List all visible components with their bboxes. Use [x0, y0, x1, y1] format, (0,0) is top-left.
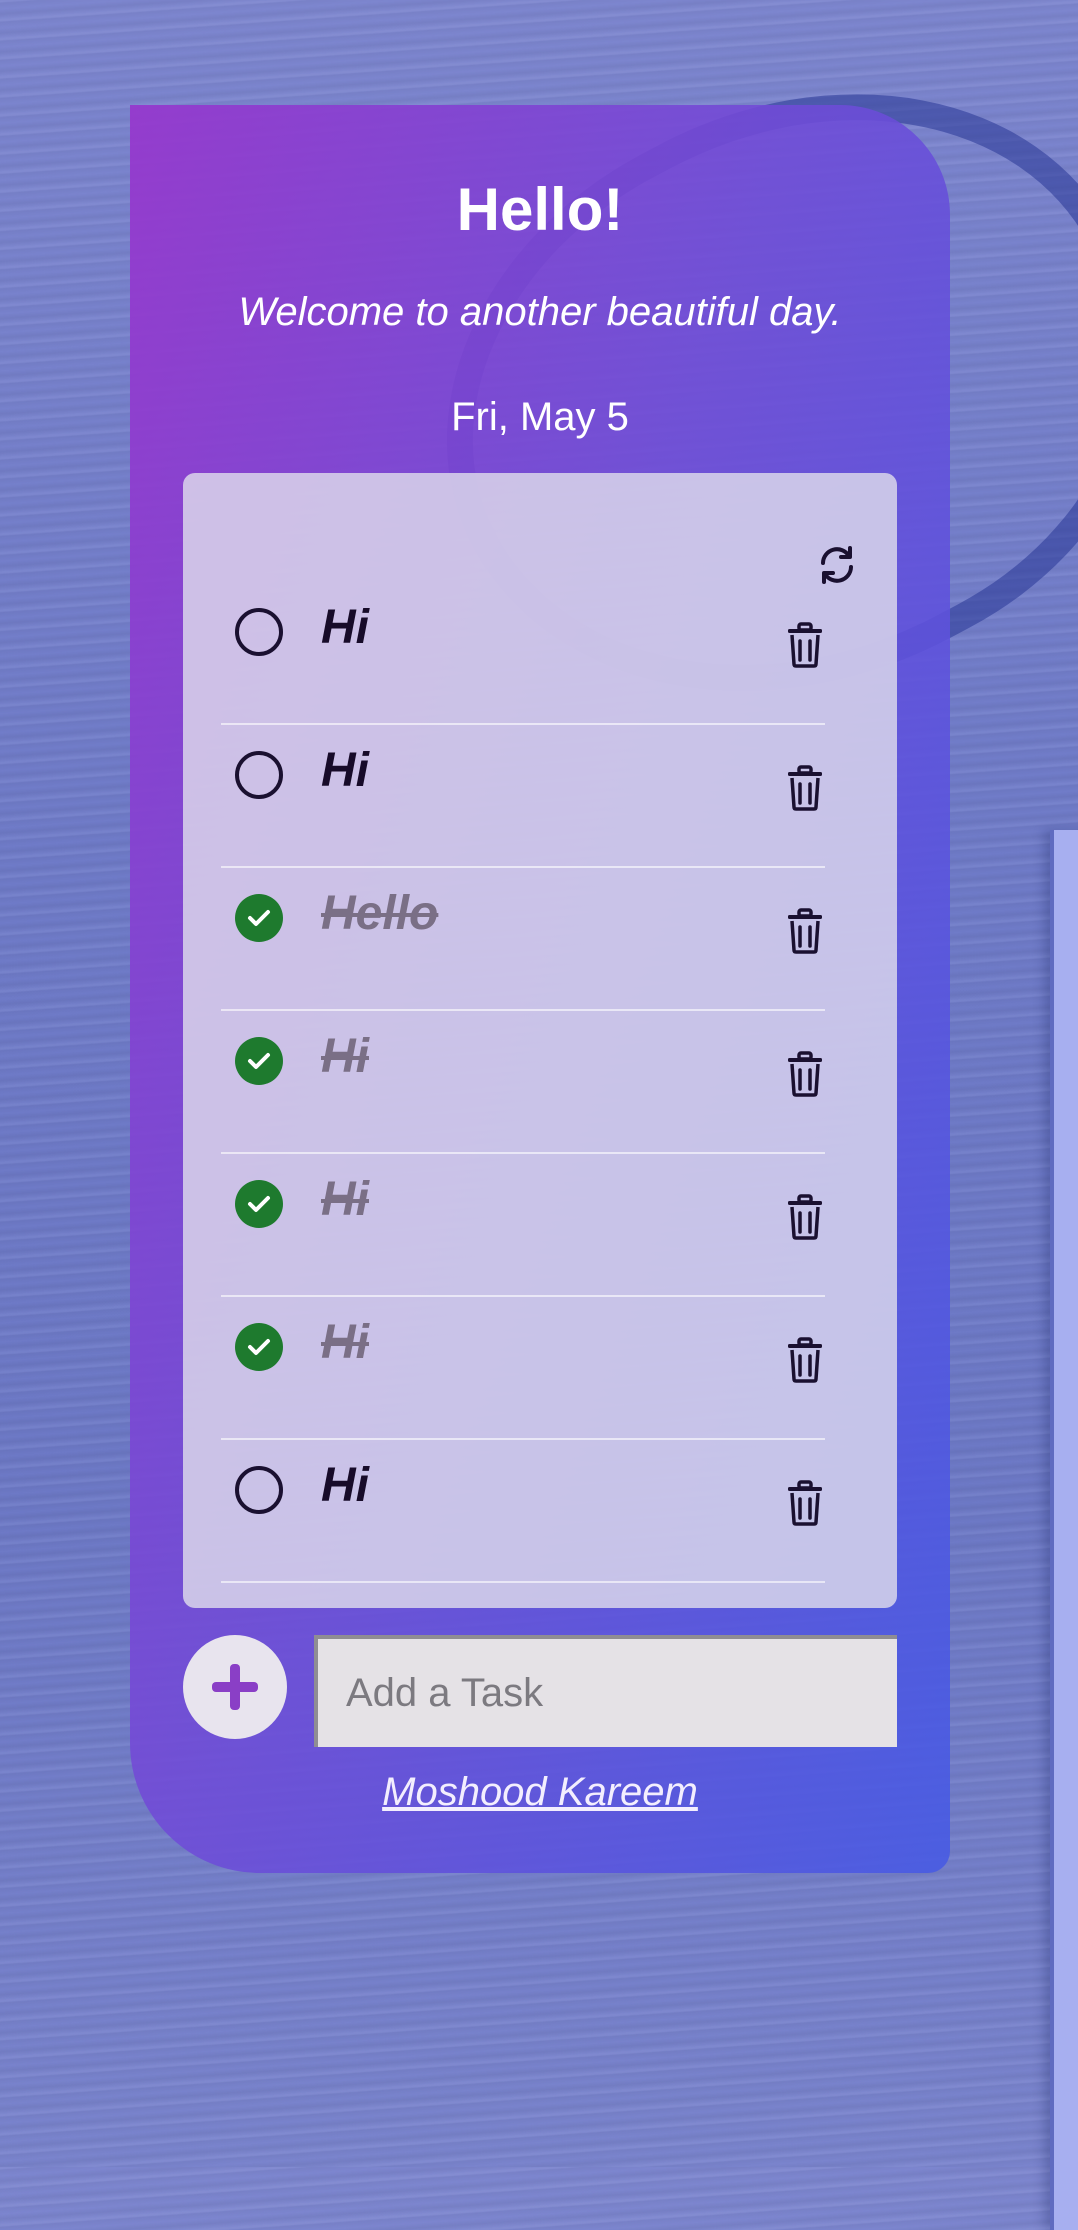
- add-task-button[interactable]: [183, 1635, 287, 1739]
- task-item: Hi: [221, 725, 825, 868]
- task-item: Hi: [221, 582, 825, 725]
- trash-icon[interactable]: [785, 1337, 825, 1383]
- trash-icon[interactable]: [785, 765, 825, 811]
- current-date: Fri, May 5: [451, 395, 629, 439]
- trash-icon[interactable]: [785, 1480, 825, 1526]
- task-text: Hi: [321, 1030, 369, 1083]
- trash-icon[interactable]: [785, 1051, 825, 1097]
- task-item: Hi: [221, 1440, 825, 1583]
- background-paper: [1050, 830, 1078, 2230]
- trash-icon[interactable]: [785, 908, 825, 954]
- task-list: Hi Hi Hello Hi Hi Hi Hi: [183, 473, 897, 1608]
- author-link[interactable]: Moshood Kareem: [130, 1770, 950, 1815]
- task-item: Hi: [221, 1154, 825, 1297]
- circle-outline-icon[interactable]: [235, 608, 283, 656]
- task-text: Hi: [321, 1316, 369, 1369]
- page-title: Hello!: [456, 176, 624, 243]
- circle-outline-icon[interactable]: [235, 1466, 283, 1514]
- task-item: Hi: [221, 1011, 825, 1154]
- task-text: Hi: [321, 1459, 369, 1512]
- task-item: Hello: [221, 868, 825, 1011]
- add-task-input[interactable]: [314, 1635, 897, 1747]
- task-text: Hello: [321, 887, 439, 940]
- task-text: Hi: [321, 744, 369, 797]
- task-text: Hi: [321, 601, 369, 654]
- task-text: Hi: [321, 1173, 369, 1226]
- circle-outline-icon[interactable]: [235, 751, 283, 799]
- refresh-icon[interactable]: [815, 543, 859, 587]
- plus-icon-stroke: [230, 1664, 240, 1710]
- welcome-subtitle: Welcome to another beautiful day.: [238, 290, 842, 334]
- check-circle-icon[interactable]: [235, 1037, 283, 1085]
- check-circle-icon[interactable]: [235, 894, 283, 942]
- check-circle-icon[interactable]: [235, 1323, 283, 1371]
- trash-icon[interactable]: [785, 1194, 825, 1240]
- trash-icon[interactable]: [785, 622, 825, 668]
- task-item: Hi: [221, 1297, 825, 1440]
- todo-card: Hello! Welcome to another beautiful day.…: [130, 105, 950, 1873]
- check-circle-icon[interactable]: [235, 1180, 283, 1228]
